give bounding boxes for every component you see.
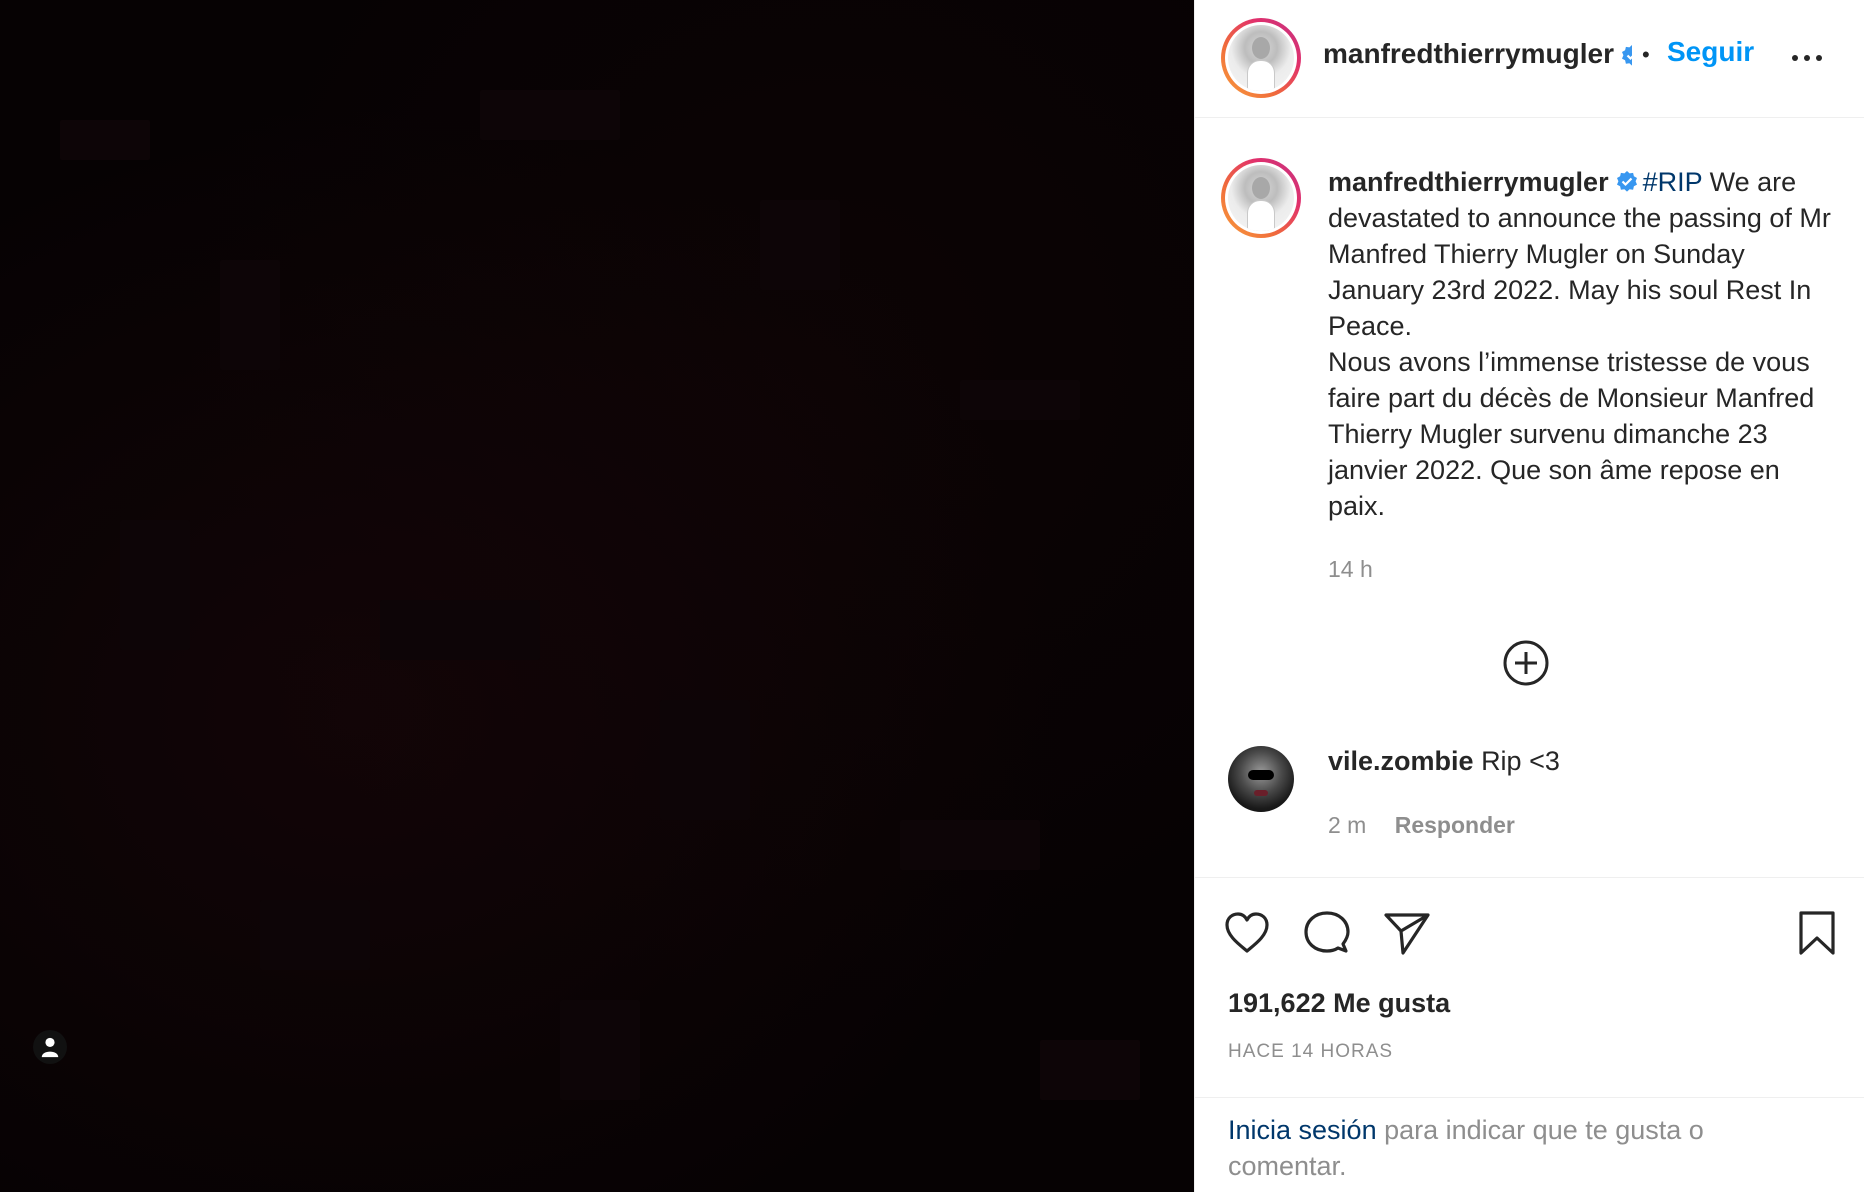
tagged-users-button[interactable] [33, 1030, 67, 1064]
comment-meta: 2 m Responder [1328, 812, 1515, 839]
author-avatar[interactable] [1221, 18, 1301, 98]
caption-author[interactable]: manfredthierrymugler [1328, 167, 1609, 197]
author-username[interactable]: manfredthierrymugler [1323, 38, 1614, 70]
separator-dot: • [1642, 42, 1650, 67]
reply-button[interactable]: Responder [1395, 812, 1515, 838]
load-more-comments-icon[interactable] [1501, 638, 1551, 688]
verified-badge-icon [1620, 44, 1632, 68]
caption-hashtag[interactable]: #RIP [1643, 167, 1703, 197]
commenter-username[interactable]: vile.zombie [1328, 746, 1474, 776]
follow-button[interactable]: Seguir [1667, 36, 1754, 68]
likes-count[interactable]: 191,622 Me gusta [1228, 988, 1450, 1019]
more-options-icon[interactable] [1785, 40, 1829, 76]
login-link[interactable]: Inicia sesión [1228, 1115, 1377, 1145]
post-age: HACE 14 HORAS [1228, 1041, 1394, 1062]
caption-author-avatar[interactable] [1221, 158, 1301, 238]
comment-body: Rip <3 [1481, 746, 1560, 776]
post-header: manfredthierrymugler • Seguir [1195, 0, 1864, 118]
caption-time: 14 h [1328, 556, 1373, 582]
post-media[interactable] [0, 0, 1194, 1192]
post-page: manfredthierrymugler • Seguir manfredthi… [0, 0, 1864, 1192]
heart-icon[interactable] [1222, 908, 1272, 958]
comment-text: vile.zombie Rip <3 [1328, 746, 1560, 777]
commenter-avatar[interactable] [1228, 746, 1294, 812]
login-prompt: Inicia sesión para indicar que te gusta … [1195, 1097, 1864, 1192]
caption-text: manfredthierrymugler #RIP We are devasta… [1328, 164, 1843, 524]
post-side-panel: manfredthierrymugler • Seguir manfredthi… [1194, 0, 1864, 1192]
verified-badge-icon [1616, 171, 1637, 192]
caption-body-fr: Nous avons l’immense tristesse de vous f… [1328, 347, 1815, 521]
post-actions: 191,622 Me gusta HACE 14 HORAS [1195, 877, 1864, 1097]
comment-time: 2 m [1328, 812, 1367, 838]
bookmark-icon[interactable] [1792, 908, 1842, 958]
paper-plane-icon[interactable] [1382, 908, 1432, 958]
comment-bubble-icon[interactable] [1302, 908, 1352, 958]
person-icon [41, 1037, 59, 1058]
